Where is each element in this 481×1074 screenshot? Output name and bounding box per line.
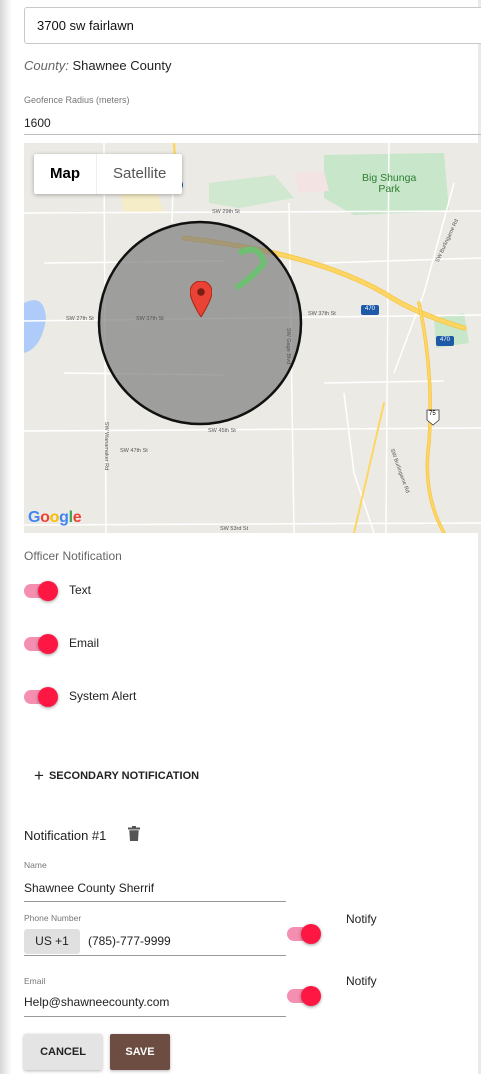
- toggle-row-system-alert: System Alert: [24, 686, 324, 710]
- phone-notify-toggle[interactable]: [287, 924, 321, 944]
- geofence-radius-label: Geofence Radius (meters): [24, 95, 130, 105]
- highway-label: 470: [365, 306, 376, 312]
- geofence-circle: [97, 220, 303, 426]
- email-toggle[interactable]: [24, 634, 58, 654]
- map-block: [294, 171, 329, 193]
- name-underline: [24, 901, 286, 902]
- highway-label: 470: [440, 337, 451, 343]
- system-alert-toggle[interactable]: [24, 687, 58, 707]
- save-button[interactable]: SAVE: [110, 1034, 170, 1070]
- road-label: SW 53rd St: [220, 526, 249, 532]
- road-label: SW 45th St: [208, 428, 236, 434]
- map-type-map-button[interactable]: Map: [34, 154, 96, 194]
- geofence-radius-underline: [24, 134, 481, 135]
- notification-title: Notification #1: [24, 828, 107, 843]
- map-type-control: Map Satellite: [34, 154, 183, 194]
- panel-shadow: [0, 0, 12, 1074]
- text-toggle[interactable]: [24, 581, 58, 601]
- country-code-select[interactable]: US +1: [24, 929, 80, 954]
- road-label: SW 29th St: [212, 209, 240, 215]
- county-value: Shawnee County: [72, 58, 172, 73]
- name-input[interactable]: Shawnee County Sherrif: [24, 881, 154, 895]
- road-label: SW Gage Blvd: [285, 327, 292, 365]
- highway-label: 75: [429, 411, 436, 417]
- phone-input[interactable]: (785)-777-9999: [88, 934, 171, 948]
- email-notify-label: Notify: [346, 974, 377, 988]
- toggle-label: Text: [69, 583, 92, 597]
- geofence-radius-input[interactable]: 1600: [24, 116, 51, 130]
- cancel-button[interactable]: CANCEL: [24, 1034, 102, 1070]
- email-label: Email: [24, 976, 46, 986]
- county-line: County: Shawnee County: [24, 58, 171, 73]
- road-label: SW 47th St: [120, 448, 148, 454]
- map-type-satellite-button[interactable]: Satellite: [96, 154, 182, 194]
- toggle-row-email: Email: [24, 633, 324, 657]
- name-label: Name: [24, 860, 47, 870]
- email-underline: [24, 1016, 286, 1017]
- phone-underline: [24, 955, 286, 956]
- map-base: [24, 143, 481, 533]
- toggle-label: Email: [69, 636, 100, 650]
- map-view[interactable]: Map Satellite Big Shunga Park SW 29th St…: [24, 143, 481, 533]
- google-logo: Google: [28, 509, 82, 526]
- park-label: Big Shunga Park: [362, 172, 417, 195]
- road-label: SW 27th St: [66, 316, 94, 322]
- county-label: County:: [24, 58, 69, 73]
- email-input[interactable]: Help@shawneecounty.com: [24, 995, 169, 1009]
- road-label: SW 37th St: [136, 316, 164, 322]
- road-label: SW 37th St: [308, 311, 336, 317]
- address-input[interactable]: 3700 sw fairlawn: [24, 7, 481, 44]
- location-pin-icon: [190, 281, 212, 317]
- phone-notify-label: Notify: [346, 912, 377, 926]
- officer-notification-title: Officer Notification: [24, 549, 122, 563]
- toggle-label: System Alert: [69, 689, 137, 703]
- add-secondary-notification-button[interactable]: + SECONDARY NOTIFICATION: [34, 767, 199, 784]
- trash-icon[interactable]: [128, 826, 140, 841]
- road-label: SW Wanamaker Rd: [103, 421, 110, 471]
- toggle-row-text: Text: [24, 580, 324, 604]
- phone-label: Phone Number: [24, 913, 82, 923]
- email-notify-toggle[interactable]: [287, 986, 321, 1006]
- plus-icon: +: [34, 766, 44, 785]
- secondary-notification-label: SECONDARY NOTIFICATION: [48, 769, 200, 782]
